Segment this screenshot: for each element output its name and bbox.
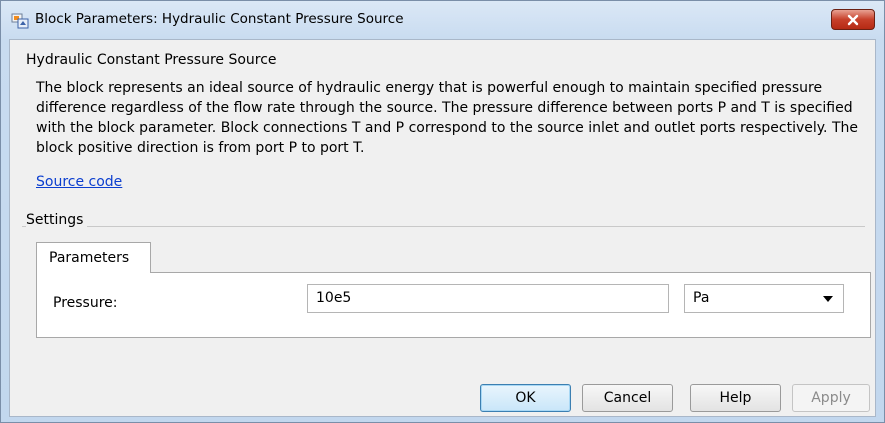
apply-button[interactable]: Apply [792,384,870,412]
title-bar: Block Parameters: Hydraulic Constant Pre… [1,1,884,39]
tab-parameters[interactable]: Parameters [36,242,151,273]
pressure-input[interactable]: 10e5 [307,284,669,313]
pressure-unit-select[interactable]: Pa [684,284,844,313]
dialog-body: Hydraulic Constant Pressure Source The b… [9,39,876,417]
pressure-label: Pressure: [53,295,118,311]
chevron-down-icon[interactable] [823,296,833,302]
close-button[interactable] [831,9,875,30]
section-divider [22,226,865,227]
close-icon [847,14,859,25]
pressure-unit-value: Pa [693,290,710,306]
settings-group-title: Settings [26,212,88,228]
ok-button[interactable]: OK [480,384,571,412]
window-title: Block Parameters: Hydraulic Constant Pre… [35,11,404,27]
block-name-group-title: Hydraulic Constant Pressure Source [26,52,277,68]
simulink-block-icon [11,11,29,29]
help-button[interactable]: Help [690,384,781,412]
parameters-panel: Pressure: 10e5 Pa [36,272,871,338]
cancel-button[interactable]: Cancel [582,384,673,412]
block-description: The block represents an ideal source of … [36,80,858,156]
source-code-link[interactable]: Source code [36,174,122,190]
dialog-window: Block Parameters: Hydraulic Constant Pre… [0,0,885,423]
